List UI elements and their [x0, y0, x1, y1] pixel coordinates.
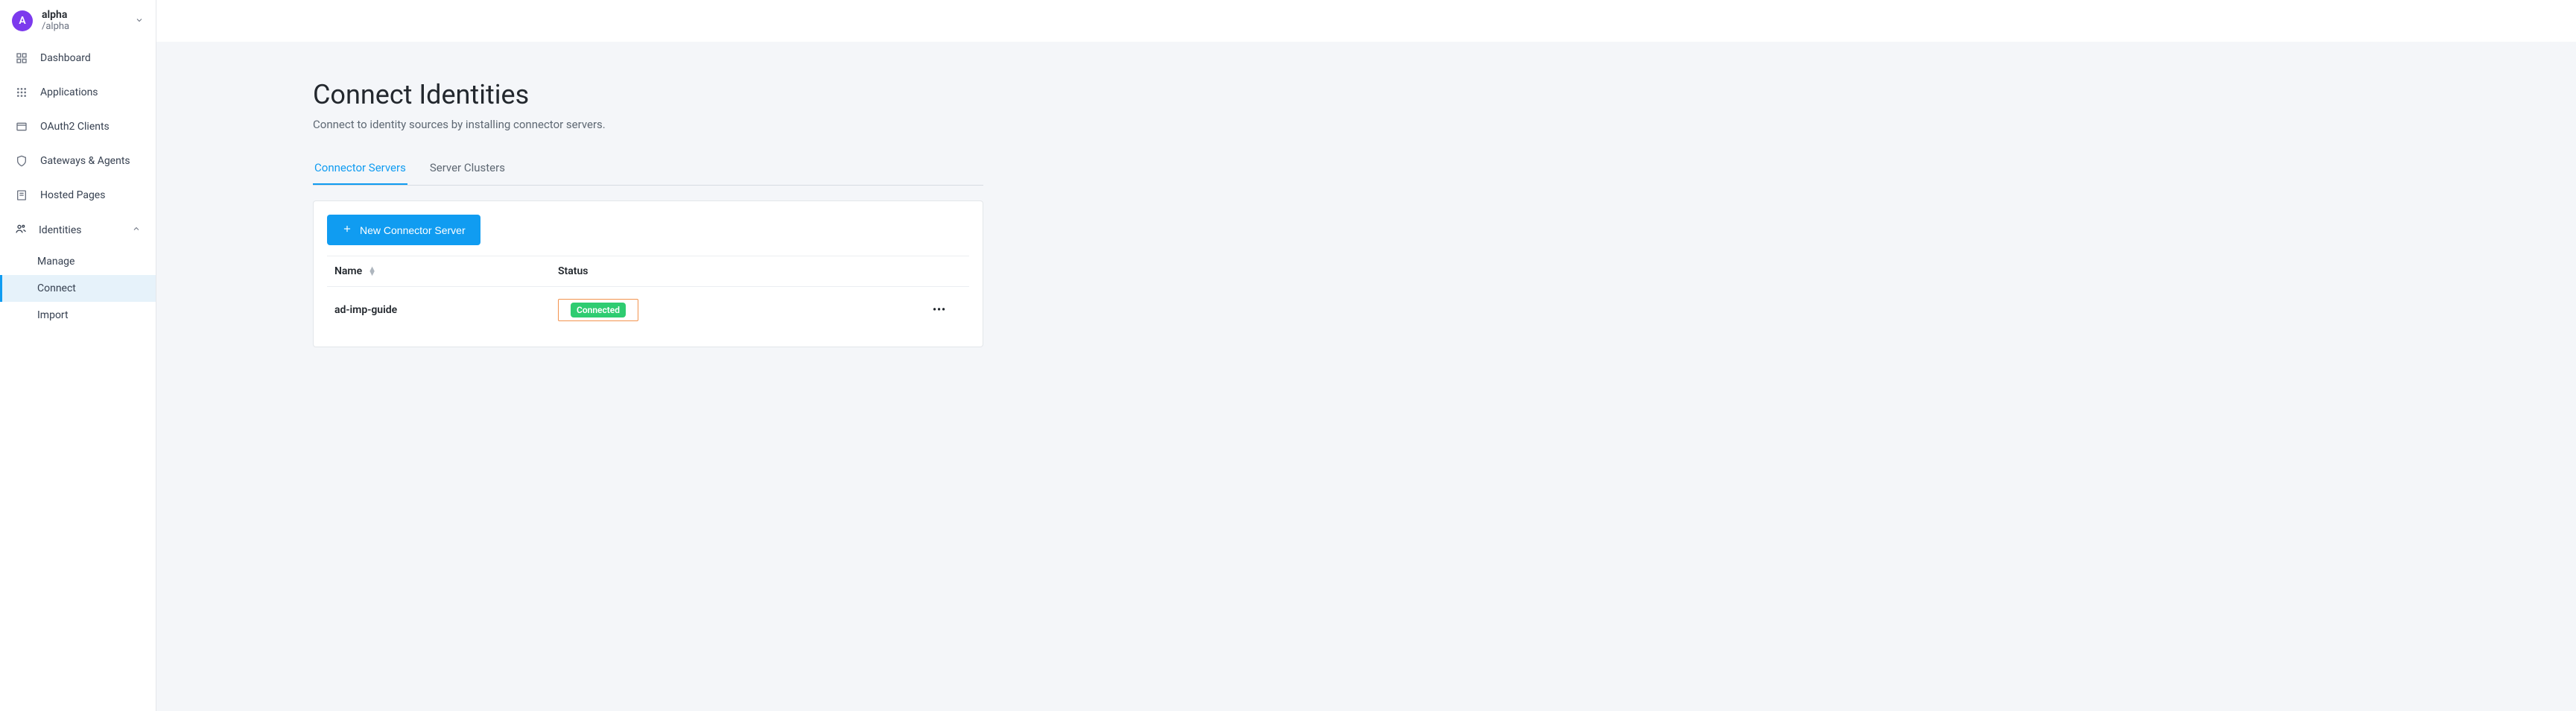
tabs: Connector Servers Server Clusters [313, 152, 983, 186]
main-content: Connect Identities Connect to identity s… [156, 42, 2576, 711]
sidebar-sub-connect[interactable]: Connect [0, 275, 156, 302]
tab-server-clusters[interactable]: Server Clusters [428, 152, 507, 185]
more-icon: ••• [933, 304, 946, 316]
column-name[interactable]: Name ▲▼ [334, 265, 558, 277]
row-name: ad-imp-guide [334, 304, 558, 316]
table-header: Name ▲▼ Status [327, 256, 969, 287]
window-icon [15, 120, 28, 133]
page-icon [15, 189, 28, 202]
button-label: New Connector Server [360, 224, 466, 236]
sidebar-item-label: Applications [40, 86, 98, 98]
chevron-down-icon [135, 13, 144, 28]
sidebar-item-gateways[interactable]: Gateways & Agents [0, 144, 156, 178]
tab-connector-servers[interactable]: Connector Servers [313, 152, 407, 185]
status-badge: Connected [571, 303, 626, 317]
org-path: /alpha [42, 21, 126, 32]
page-title: Connect Identities [313, 79, 983, 110]
sidebar-item-label: Hosted Pages [40, 189, 105, 201]
sidebar-item-applications[interactable]: Applications [0, 75, 156, 110]
sidebar-item-identities[interactable]: Identities [0, 212, 156, 248]
dashboard-icon [15, 51, 28, 65]
status-highlight: Connected [558, 299, 638, 321]
sidebar-item-label: Gateways & Agents [40, 155, 130, 167]
column-label: Name [334, 265, 362, 277]
users-icon [15, 223, 27, 238]
chevron-up-icon [132, 224, 141, 236]
connector-card: New Connector Server Name ▲▼ Status [313, 200, 983, 347]
sidebar-item-oauth2[interactable]: OAuth2 Clients [0, 110, 156, 144]
sidebar-sub-label: Import [37, 309, 69, 321]
row-actions-button[interactable]: ••• [917, 304, 962, 316]
sidebar-item-label: OAuth2 Clients [40, 121, 110, 133]
plus-icon [342, 224, 352, 236]
sidebar: A alpha /alpha Dashboard Applications [0, 0, 156, 711]
sidebar-item-label: Identities [39, 224, 81, 236]
connectors-table: Name ▲▼ Status ad-imp-guide Connected [327, 256, 969, 333]
tab-label: Server Clusters [430, 161, 505, 174]
sort-icon: ▲▼ [368, 267, 376, 276]
org-avatar: A [12, 10, 33, 31]
tab-label: Connector Servers [314, 161, 406, 174]
sidebar-sub-label: Manage [37, 256, 74, 268]
org-switcher[interactable]: A alpha /alpha [0, 0, 156, 41]
apps-icon [15, 86, 28, 99]
shield-icon [15, 154, 28, 168]
sidebar-item-hosted-pages[interactable]: Hosted Pages [0, 178, 156, 212]
column-status: Status [558, 265, 917, 277]
page-subtitle: Connect to identity sources by installin… [313, 118, 983, 131]
column-label: Status [558, 265, 588, 277]
org-name: alpha [42, 9, 126, 21]
new-connector-button[interactable]: New Connector Server [327, 215, 480, 245]
sidebar-sub-manage[interactable]: Manage [0, 248, 156, 275]
sidebar-item-dashboard[interactable]: Dashboard [0, 41, 156, 75]
sidebar-item-label: Dashboard [40, 52, 91, 64]
sidebar-sub-import[interactable]: Import [0, 302, 156, 329]
table-row[interactable]: ad-imp-guide Connected ••• [327, 287, 969, 333]
sidebar-sub-label: Connect [37, 282, 76, 294]
